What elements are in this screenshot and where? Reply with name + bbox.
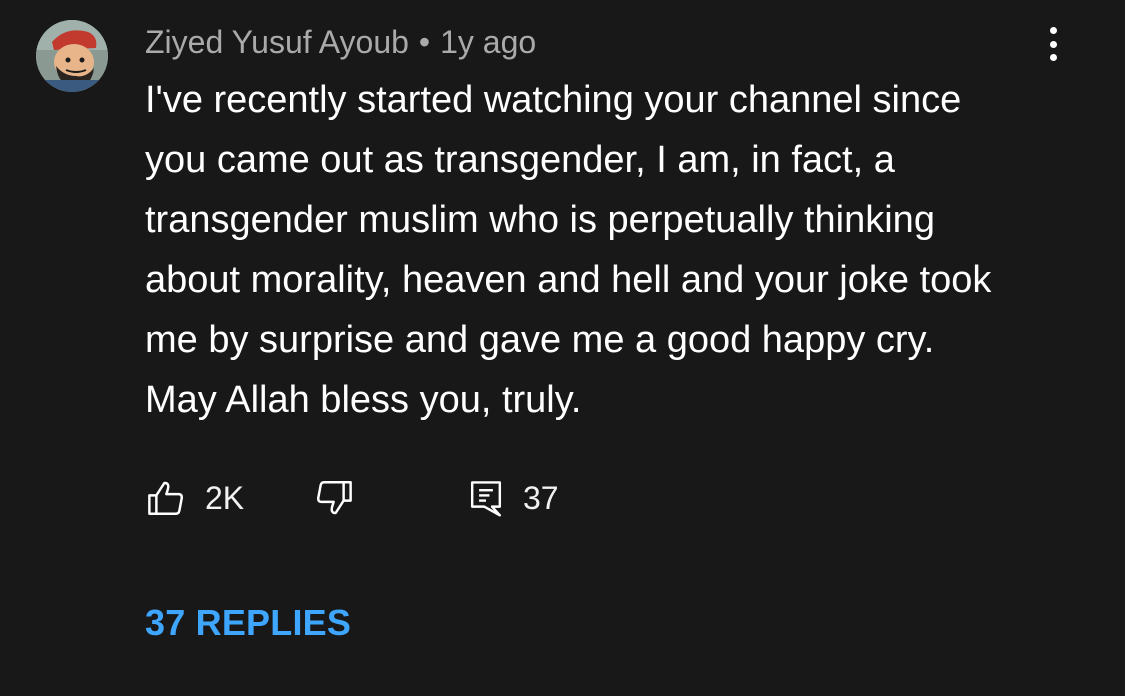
like-button[interactable]: 2K — [145, 470, 244, 526]
comment-text-line: me by surprise and gave me a good happy … — [145, 319, 935, 361]
comment-timestamp: 1y ago — [440, 24, 537, 60]
comment-text-line: transgender muslim who is perpetually th… — [145, 199, 935, 241]
dislike-button[interactable] — [313, 470, 355, 526]
reply-count: 37 — [523, 479, 559, 516]
avatar-image — [36, 20, 108, 92]
view-replies-link[interactable]: 37 REPLIES — [145, 600, 351, 646]
meta-separator: • — [418, 24, 431, 60]
comment-card: Ziyed Yusuf Ayoub • 1y ago I've recently s… — [0, 0, 1125, 696]
comment-text-line: about morality, heaven and hell and your… — [145, 259, 992, 301]
like-count: 2K — [205, 479, 245, 516]
comment-icon — [470, 481, 502, 517]
author-name[interactable]: Ziyed Yusuf Ayoub — [145, 24, 409, 60]
comment-text-line: I've recently started watching your chan… — [145, 79, 962, 121]
menu-dot — [1049, 54, 1057, 61]
menu-dot — [1049, 27, 1057, 34]
menu-dot — [1049, 40, 1057, 48]
comment-text-line: you came out as transgender, I am, in fa… — [145, 139, 895, 181]
more-vert-icon[interactable] — [1036, 24, 1070, 64]
comment-text-line: May Allah bless you, truly. — [145, 379, 582, 421]
comment-text: I've recently started watching your chan… — [145, 70, 1105, 430]
thumb-up-icon — [148, 481, 184, 515]
reply-button[interactable]: 37 — [467, 470, 559, 526]
comment-header: Ziyed Yusuf Ayoub • 1y ago — [145, 22, 536, 62]
thumb-down-icon — [316, 481, 352, 515]
avatar[interactable] — [36, 20, 108, 92]
